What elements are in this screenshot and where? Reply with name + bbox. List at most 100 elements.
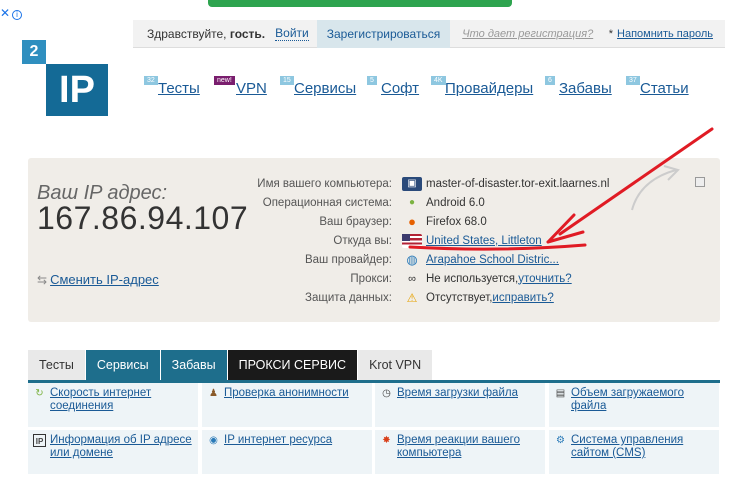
info-row-provider: Ваш провайдер: ◍ Arapahoe School Distric…	[240, 250, 660, 269]
nav-software[interactable]: 5 Софт	[367, 76, 420, 97]
proxy-value: Не используется,	[426, 272, 519, 285]
info-label: Ваш браузер:	[319, 215, 392, 228]
tab-services[interactable]: Сервисы	[85, 350, 161, 380]
info-row-browser: Ваш браузер: ● Firefox 68.0	[240, 212, 660, 231]
grid-item-label: Проверка анонимности	[224, 387, 349, 399]
cms-icon: ⚙	[556, 435, 565, 446]
nav-label: Статьи	[640, 80, 689, 97]
os-value: Android 6.0	[426, 196, 485, 209]
nav-badge: 6	[545, 76, 555, 85]
login-bar: Здравствуйте, гость. Войти Зарегистриров…	[133, 19, 725, 48]
refresh-icon: ⇆	[37, 273, 48, 287]
android-icon: ●	[408, 197, 416, 208]
info-row-hostname: Имя вашего компьютера: ▣ master-of-disas…	[240, 174, 660, 193]
proxy-check-link[interactable]: уточнить?	[518, 273, 571, 285]
monitor-icon: ▣	[402, 176, 422, 191]
info-label: Прокси:	[350, 272, 392, 285]
nav-fun[interactable]: 6 Забавы	[545, 76, 612, 97]
close-icon[interactable]: ✕	[0, 6, 10, 20]
us-flag-canton	[402, 233, 410, 241]
grid-item-download-time[interactable]: ◷ Время загрузки файла	[375, 383, 545, 427]
nav-label: Сервисы	[294, 80, 357, 97]
nav-providers[interactable]: 4K Провайдеры	[431, 76, 534, 97]
nav-badge: 37	[626, 76, 640, 85]
grid-item-ip-info[interactable]: IP Информация об IP адресе или домене	[28, 430, 198, 474]
provider-link[interactable]: Arapahoe School Distric...	[426, 254, 559, 266]
ad-choices[interactable]: ✕ i	[0, 6, 23, 20]
globe-icon: ◍	[406, 251, 418, 267]
grid-item-label: Система управления сайтом (CMS)	[571, 434, 684, 459]
firefox-icon: ●	[408, 214, 416, 229]
warning-icon: ⚠	[406, 290, 418, 305]
grid-item-response-time[interactable]: ✸ Время реакции вашего компьютера	[375, 430, 545, 474]
nav-articles[interactable]: 37 Статьи	[626, 76, 689, 97]
info-label: Защита данных:	[305, 291, 392, 304]
change-ip-link[interactable]: ⇆ Сменить IP-адрес	[37, 272, 159, 287]
location-value-wrap: United States, Littleton	[426, 235, 542, 247]
info-label: Операционная система:	[262, 196, 392, 209]
nav-vpn[interactable]: new! VPN	[214, 76, 267, 97]
nav-label: Тесты	[158, 80, 200, 97]
tab-krot-vpn[interactable]: Krot VPN	[358, 350, 434, 380]
provider-value-wrap: Arapahoe School Distric...	[426, 254, 559, 266]
browser-value: Firefox 68.0	[426, 215, 487, 228]
grid-item-label: Время реакции вашего компьютера	[397, 434, 520, 459]
anonymity-icon: ♟	[209, 388, 218, 399]
nav-label: Софт	[381, 80, 420, 97]
tab-tests[interactable]: Тесты	[28, 350, 86, 380]
location-link[interactable]: United States, Littleton	[426, 235, 542, 247]
speed-icon: ↻	[35, 388, 44, 399]
clock-icon: ◷	[382, 388, 391, 399]
info-row-location: Откуда вы: United States, Littleton	[240, 231, 660, 250]
asterisk: *	[608, 27, 614, 40]
site-logo[interactable]: 2 IP	[22, 40, 108, 116]
grid-item-label: Время загрузки файла	[397, 387, 518, 399]
file-size-icon: ▤	[555, 388, 566, 399]
nav-services[interactable]: 15 Сервисы	[280, 76, 357, 97]
nav-badge: 4K	[431, 76, 446, 85]
register-button[interactable]: Зарегистрироваться	[316, 19, 451, 48]
green-banner[interactable]	[208, 0, 512, 7]
tab-proxy-service[interactable]: ПРОКСИ СЕРВИС	[227, 350, 359, 380]
nav-badge: 32	[144, 76, 158, 85]
ip-address: 167.86.94.107	[37, 200, 249, 236]
info-icon[interactable]: i	[12, 10, 23, 20]
nav-badge: 15	[280, 76, 294, 85]
ip-info-icon: IP	[33, 434, 46, 447]
glasses-icon: ∞	[408, 272, 416, 285]
grid-item-anonymity[interactable]: ♟ Проверка анонимности	[202, 383, 372, 427]
info-row-proxy: Прокси: ∞ Не используется, уточнить?	[240, 269, 660, 288]
logo-number: 2	[22, 40, 46, 64]
logo-ip: IP	[46, 64, 108, 116]
grid-item-label: Объем загружаемого файла	[571, 387, 684, 412]
ip-resource-icon: ◉	[209, 435, 218, 446]
grid-item-cms[interactable]: ⚙ Система управления сайтом (CMS)	[549, 430, 719, 474]
login-link[interactable]: Войти	[275, 26, 309, 41]
why-register-link[interactable]: Что дает регистрация?	[462, 28, 593, 40]
info-label: Имя вашего компьютера:	[257, 177, 392, 190]
grid-item-file-size[interactable]: ▤ Объем загружаемого файла	[549, 383, 719, 427]
grid-item-label: Информация об IP адресе или домене	[50, 434, 192, 459]
section-tabs: Тесты Сервисы Забавы ПРОКСИ СЕРВИС Krot …	[28, 350, 434, 380]
nav-badge-new: new!	[214, 76, 235, 85]
nav-label: Забавы	[559, 80, 612, 97]
info-row-protection: Защита данных: ⚠ Отсутствует, исправить?	[240, 288, 660, 307]
grid-item-speed[interactable]: ↻ Скорость интернет соединения	[28, 383, 198, 427]
response-time-icon: ✸	[382, 435, 391, 446]
change-ip-label: Сменить IP-адрес	[50, 272, 159, 287]
info-rows: Имя вашего компьютера: ▣ master-of-disas…	[240, 174, 660, 307]
nav-tests[interactable]: 32 Тесты	[144, 76, 200, 97]
info-label: Ваш провайдер:	[304, 253, 392, 266]
info-label: Откуда вы:	[333, 234, 392, 247]
protection-fix-link[interactable]: исправить?	[492, 292, 553, 304]
greeting: Здравствуйте, гость.	[133, 27, 265, 41]
nav-label: Провайдеры	[445, 80, 534, 97]
greeting-user: гость.	[229, 26, 266, 41]
hostname-value: master-of-disaster.tor-exit.laarnes.nl	[426, 177, 610, 190]
collapse-button[interactable]	[695, 177, 705, 187]
grid-item-ip-resource[interactable]: ◉ IP интернет ресурса	[202, 430, 372, 474]
remind-password: * Напомнить пароль	[609, 28, 713, 40]
grid-item-label: Скорость интернет соединения	[50, 387, 152, 412]
remind-password-link[interactable]: Напомнить пароль	[617, 28, 713, 40]
tab-fun[interactable]: Забавы	[160, 350, 228, 380]
